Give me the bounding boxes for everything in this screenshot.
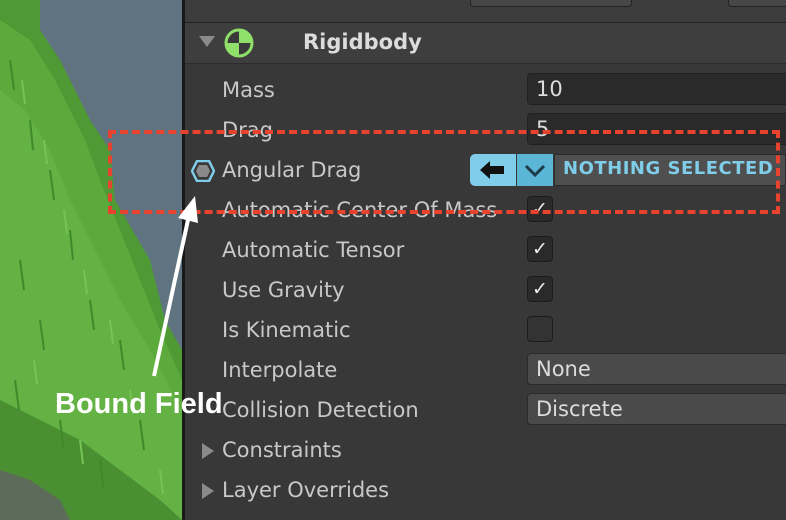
collision-detection-label: Collision Detection xyxy=(222,398,419,422)
rigidbody-header[interactable] xyxy=(185,23,786,64)
bound-field-highlight xyxy=(108,130,780,214)
component-title: Rigidbody xyxy=(303,30,422,54)
constraints-label[interactable]: Constraints xyxy=(222,438,342,462)
scene-view[interactable] xyxy=(0,0,182,520)
mass-field[interactable]: 10 xyxy=(527,73,786,105)
top-button-right[interactable] xyxy=(728,0,786,7)
layer-overrides-label[interactable]: Layer Overrides xyxy=(222,478,389,502)
interpolate-label: Interpolate xyxy=(222,358,338,382)
use-gravity-label: Use Gravity xyxy=(222,278,345,302)
use-gravity-checkbox[interactable]: ✓ xyxy=(527,276,553,302)
foldout-expanded-icon[interactable] xyxy=(199,36,215,47)
is-kinematic-label: Is Kinematic xyxy=(222,318,351,342)
layer-overrides-foldout-icon[interactable] xyxy=(202,483,214,499)
interpolate-dropdown[interactable]: None xyxy=(527,353,786,385)
constraints-foldout-icon[interactable] xyxy=(202,443,214,459)
rigidbody-icon xyxy=(224,28,254,58)
collision-detection-dropdown[interactable]: Discrete xyxy=(527,393,786,425)
grass-terrain-image xyxy=(0,0,182,520)
mass-label: Mass xyxy=(222,78,275,102)
callout-label: Bound Field xyxy=(55,388,223,420)
automatic-tensor-checkbox[interactable]: ✓ xyxy=(527,236,553,262)
automatic-tensor-label: Automatic Tensor xyxy=(222,238,405,262)
top-button-left[interactable] xyxy=(470,0,632,7)
is-kinematic-checkbox[interactable] xyxy=(527,316,553,342)
